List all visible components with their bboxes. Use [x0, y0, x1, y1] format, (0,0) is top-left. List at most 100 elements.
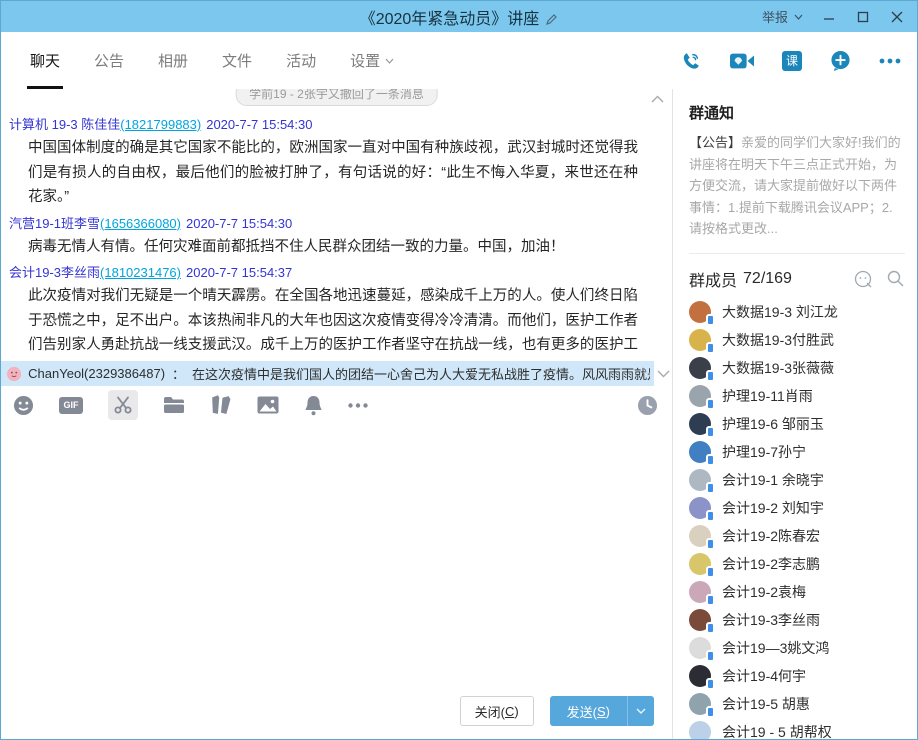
- member-row[interactable]: 大数据19-3付胜武: [689, 326, 917, 354]
- tab-公告[interactable]: 公告: [77, 32, 141, 89]
- send-button-group: 发送(S): [550, 696, 654, 726]
- avatar: [689, 721, 711, 740]
- message-text: 病毒无情人有情。任何灾难面前都抵挡不住人民群众团结一致的力量。中国，加油！: [9, 234, 664, 262]
- member-row[interactable]: 护理19-6 邹丽玉: [689, 410, 917, 438]
- avatar: [689, 665, 711, 687]
- close-label: 关闭(: [475, 702, 505, 721]
- group-notice-title: 群通知: [689, 102, 917, 123]
- chat-message: 会计19-3李丝雨(1810231476) 2020-7-7 15:54:37 此…: [9, 263, 664, 361]
- edit-title-icon[interactable]: [545, 13, 558, 26]
- preview-row: ChanYeol(2329386487)：在这次疫情中是我们国人的团结一心舍己为…: [1, 361, 672, 386]
- send-options-button[interactable]: [627, 696, 654, 726]
- member-row[interactable]: 会计19-2陈春宏: [689, 522, 917, 550]
- more-tools-icon[interactable]: [348, 403, 368, 408]
- member-name: 会计19-5 胡惠: [722, 694, 810, 714]
- avatar: [689, 357, 711, 379]
- send-image-icon[interactable]: [257, 396, 279, 414]
- avatar: [689, 525, 711, 547]
- member-row[interactable]: 会计19-4何宇: [689, 662, 917, 690]
- notice-tag: 【公告】: [689, 135, 741, 150]
- anonymous-chat-icon[interactable]: [854, 270, 872, 288]
- group-chat-window: 《2020年紧急动员》讲座 举报 聊天 公告 相册 文件 活动 设置: [0, 0, 918, 740]
- mobile-online-badge: [706, 342, 715, 354]
- message-text: 此次疫情对我们无疑是一个晴天霹雳。在全国各地迅速蔓延，感染成千上万的人。使人们终…: [9, 283, 664, 361]
- avatar: [689, 693, 711, 715]
- minimize-button[interactable]: [821, 9, 837, 25]
- scroll-up-icon[interactable]: [651, 95, 664, 103]
- sender-qq-link[interactable]: (1821799883): [120, 117, 201, 132]
- send-button[interactable]: 发送(S): [550, 696, 627, 726]
- close-chat-button[interactable]: 关闭(C): [460, 696, 534, 726]
- close-button[interactable]: [889, 9, 905, 25]
- tab-设置[interactable]: 设置: [333, 32, 411, 89]
- member-name: 会计19-4何宇: [722, 666, 806, 686]
- chat-history[interactable]: 学前19 - 2张宇又撤回了一条消息 计算机 19-3 陈佳佳(18217998…: [1, 89, 672, 361]
- member-row[interactable]: 会计19-2 刘知宇: [689, 494, 917, 522]
- member-name: 大数据19-3张薇薇: [722, 358, 834, 378]
- send-hotkey: S: [597, 704, 606, 719]
- add-member-icon[interactable]: [830, 50, 851, 71]
- window-title: 《2020年紧急动员》讲座: [360, 11, 540, 28]
- sender-qq-link[interactable]: (1656366080): [100, 216, 181, 231]
- video-call-icon[interactable]: [730, 52, 754, 70]
- member-row[interactable]: 大数据19-3张薇薇: [689, 354, 917, 382]
- member-name: 会计19-2袁梅: [722, 582, 806, 602]
- voice-call-icon[interactable]: [680, 50, 702, 72]
- member-name: 会计19-1 余晓宇: [722, 470, 824, 490]
- tab-聊天[interactable]: 聊天: [13, 32, 77, 89]
- member-row[interactable]: 会计19-5 胡惠: [689, 690, 917, 718]
- mobile-online-badge: [706, 370, 715, 382]
- recall-notice: 学前19 - 2张宇又撤回了一条消息: [235, 89, 438, 106]
- screenshot-scissors-icon[interactable]: [108, 390, 138, 420]
- avatar: [689, 609, 711, 631]
- sidebar-divider: [689, 253, 905, 254]
- sender-qq-link[interactable]: (1810231476): [100, 265, 181, 280]
- report-button[interactable]: 举报: [762, 7, 803, 26]
- member-name: 大数据19-3 刘江龙: [722, 302, 838, 322]
- member-row[interactable]: 大数据19-3 刘江龙: [689, 298, 917, 326]
- class-mode-icon[interactable]: 课: [782, 51, 802, 71]
- tab-活动[interactable]: 活动: [269, 32, 333, 89]
- members-header-icons: [854, 270, 917, 288]
- message-timestamp: 2020-7-7 15:54:30: [206, 117, 312, 132]
- member-list[interactable]: 大数据19-3 刘江龙 大数据19-3付胜武 大数据19-3张薇薇 护理19-1…: [689, 298, 917, 740]
- tab-相册[interactable]: 相册: [141, 32, 205, 89]
- member-row[interactable]: 会计19—3姚文鸿: [689, 634, 917, 662]
- message-input[interactable]: [1, 424, 672, 696]
- avatar: [689, 413, 711, 435]
- member-name: 大数据19-3付胜武: [722, 330, 834, 350]
- member-row[interactable]: 会计19-2袁梅: [689, 578, 917, 606]
- notify-bell-icon[interactable]: [304, 395, 323, 416]
- message-history-clock-icon[interactable]: [637, 395, 658, 416]
- preview-separator: ：: [172, 364, 185, 383]
- member-row[interactable]: 会计19-3李丝雨: [689, 606, 917, 634]
- member-row[interactable]: 会计19 - 5 胡帮权: [689, 718, 917, 740]
- avatar: [689, 497, 711, 519]
- tab-文件[interactable]: 文件: [205, 32, 269, 89]
- chat-message: 汽营19-1班李雪(1656366080)2020-7-7 15:54:30 病…: [9, 214, 664, 262]
- report-chevron-icon: [794, 14, 803, 20]
- chevron-down-icon: [636, 708, 646, 714]
- message-timestamp: 2020-7-7 15:54:37: [186, 265, 292, 280]
- send-label-end: ): [606, 704, 610, 719]
- shake-window-icon[interactable]: [210, 395, 232, 415]
- sender-name: 会计19-3李丝雨: [9, 265, 100, 280]
- send-file-folder-icon[interactable]: [163, 396, 185, 414]
- class-badge-label: 课: [782, 51, 802, 71]
- new-message-preview[interactable]: ChanYeol(2329386487)：在这次疫情中是我们国人的团结一心舍己为…: [1, 361, 654, 386]
- member-row[interactable]: 护理19-7孙宁: [689, 438, 917, 466]
- maximize-button[interactable]: [855, 9, 871, 25]
- member-row[interactable]: 会计19-2李志鹏: [689, 550, 917, 578]
- emoji-icon[interactable]: [13, 395, 34, 416]
- more-actions-icon[interactable]: [879, 58, 901, 64]
- group-notice-text[interactable]: 【公告】亲爱的同学们大家好!我们的讲座将在明天下午三点正式开始，为方便交流，请大…: [689, 132, 917, 240]
- member-row[interactable]: 护理19-11肖雨: [689, 382, 917, 410]
- member-row[interactable]: 会计19-1 余晓宇: [689, 466, 917, 494]
- mobile-online-badge: [706, 398, 715, 410]
- mobile-online-badge: [706, 566, 715, 578]
- close-label-end: ): [514, 704, 518, 719]
- scroll-down-icon[interactable]: [654, 370, 672, 378]
- gif-icon[interactable]: GIF: [59, 397, 83, 414]
- preview-avatar: [7, 366, 21, 382]
- search-members-icon[interactable]: [887, 270, 904, 287]
